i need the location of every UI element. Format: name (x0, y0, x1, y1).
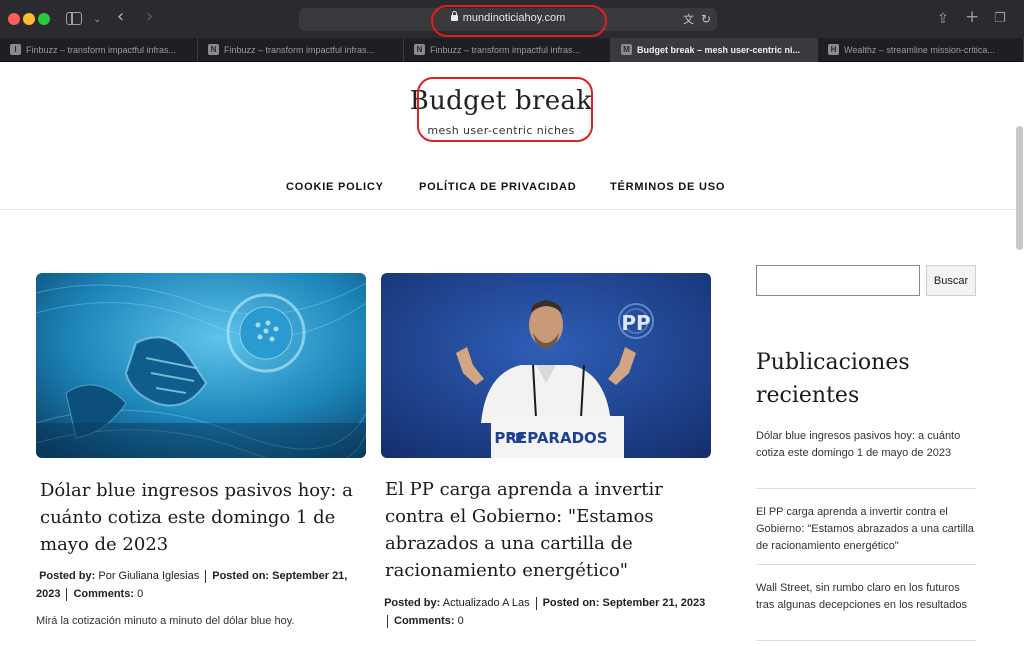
nav-terms[interactable]: TÉRMINOS DE USO (610, 181, 725, 193)
close-window-button[interactable] (8, 13, 20, 25)
tab-title: Budget break – mesh user-centric ni... (637, 45, 801, 55)
tab-title: Finbuzz – transform impactful infras... (26, 45, 177, 55)
posted-by-label: Posted by: (39, 570, 96, 582)
favicon-icon: I (10, 44, 21, 55)
comments-count[interactable]: 0 (458, 615, 464, 627)
post-meta-pp: Posted by: Actualizado A Las Posted on: S… (381, 594, 711, 630)
pp-logo-wall: PP (621, 311, 650, 335)
post-date[interactable]: September 21, 2023 (603, 597, 706, 609)
comments-label: Comments: (73, 588, 134, 600)
tab-bar: I Finbuzz – transform impactful infras..… (0, 38, 1024, 62)
nav-cookie-policy[interactable]: COOKIE POLICY (286, 181, 384, 193)
web-page: Budget break mesh user-centric niches CO… (0, 62, 1024, 646)
divider (756, 640, 976, 641)
post-meta-dolar: Posted by: Por Giuliana Iglesias Posted o… (36, 567, 366, 603)
new-tab-icon[interactable]: + (965, 8, 979, 26)
recent-post-link[interactable]: Wall Street, sin rumbo claro en los futu… (756, 580, 976, 614)
recent-post-link[interactable]: El PP carga aprenda a invertir contra el… (756, 504, 976, 555)
forward-icon[interactable]: › (146, 8, 153, 26)
post-author[interactable]: Actualizado A Las (443, 597, 530, 609)
title-highlight-annotation (417, 77, 593, 142)
post-image-pp[interactable]: PREPARADOS PP PP (381, 273, 711, 458)
post-title-pp[interactable]: El PP carga aprenda a invertir contra el… (385, 476, 703, 584)
back-icon[interactable]: ‹ (117, 8, 124, 26)
tab-title: Wealthz – streamline mission-critica... (844, 45, 995, 55)
search-input[interactable] (756, 265, 920, 296)
share-icon[interactable]: ⇪ (937, 10, 949, 28)
tab-finbuzz-2[interactable]: N Finbuzz – transform impactful infras..… (198, 38, 404, 62)
post-excerpt-dolar: Mirá la cotización minuto a minuto del d… (36, 615, 295, 627)
translate-icon[interactable]: 文 (683, 11, 694, 29)
divider (756, 564, 976, 565)
post-image-dollar[interactable] (36, 273, 366, 458)
nav-privacy-policy[interactable]: POLÍTICA DE PRIVACIDAD (419, 181, 577, 193)
search-button[interactable]: Buscar (926, 265, 976, 296)
recent-post-link[interactable]: Dólar blue ingresos pasivos hoy: a cuánt… (756, 428, 976, 462)
tab-title: Finbuzz – transform impactful infras... (224, 45, 375, 55)
minimize-window-button[interactable] (23, 13, 35, 25)
reload-icon[interactable]: ↻ (701, 10, 711, 28)
url-highlight-annotation (431, 5, 607, 37)
page-scrollbar[interactable] (1016, 126, 1023, 250)
favicon-icon: M (621, 44, 632, 55)
tab-budget-break[interactable]: M Budget break – mesh user-centric ni... (611, 38, 818, 62)
favicon-icon: N (208, 44, 219, 55)
header-divider (0, 209, 1016, 210)
favicon-icon: N (414, 44, 425, 55)
sidebar-toggle-icon[interactable] (66, 12, 82, 25)
comments-label: Comments: (394, 615, 455, 627)
post-author[interactable]: Por Giuliana Iglesias (98, 570, 199, 582)
posted-on-label: Posted on: (212, 570, 270, 582)
tab-finbuzz-1[interactable]: I Finbuzz – transform impactful infras..… (0, 38, 198, 62)
recent-posts-heading: Publicaciones recientes (756, 350, 910, 408)
tab-overview-icon[interactable]: ❐ (994, 10, 1006, 28)
tab-wealthz[interactable]: H Wealthz – streamline mission-critica..… (818, 38, 1024, 62)
chevron-down-icon[interactable]: ⌄ (93, 11, 101, 29)
posted-on-label: Posted on: (542, 597, 600, 609)
tab-finbuzz-3[interactable]: N Finbuzz – transform impactful infras..… (404, 38, 611, 62)
tab-title: Finbuzz – transform impactful infras... (430, 45, 581, 55)
posted-by-label: Posted by: (384, 597, 441, 609)
favicon-icon: H (828, 44, 839, 55)
browser-toolbar: ⌄ ‹ › mundinoticiahoy.com 文 ↻ ⇪ + ❐ (0, 0, 1024, 38)
post-title-dolar[interactable]: Dólar blue ingresos pasivos hoy: a cuánt… (40, 477, 358, 558)
comments-count[interactable]: 0 (137, 588, 143, 600)
zoom-window-button[interactable] (38, 13, 50, 25)
divider (756, 488, 976, 489)
pp-logo-podium: PP (505, 432, 524, 447)
